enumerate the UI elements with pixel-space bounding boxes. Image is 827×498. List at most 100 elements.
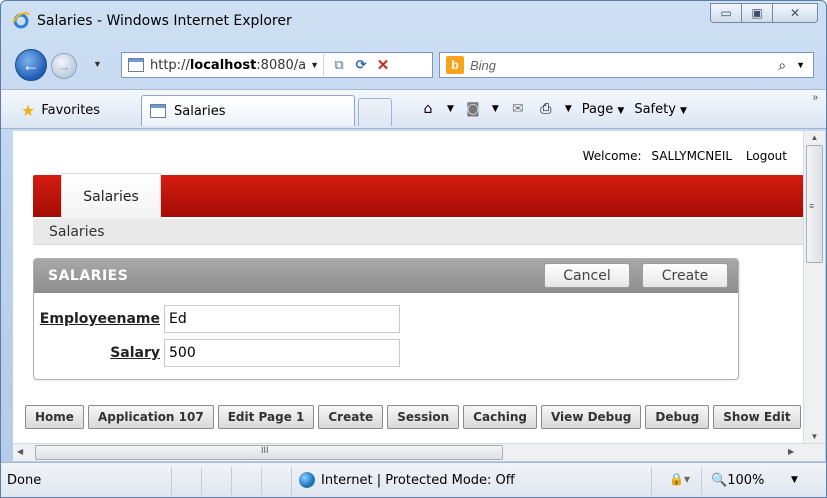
forward-arrow-icon: → [57,58,71,74]
stop-icon[interactable]: ✕ [372,54,394,76]
dev-session-button[interactable]: Session [387,405,460,429]
ie-logo-icon [12,12,30,29]
scroll-left-icon[interactable]: ◀ [17,447,23,456]
dev-show-edit-button[interactable]: Show Edit [713,405,801,429]
print-icon[interactable]: ⎙ [537,100,555,118]
employeename-field[interactable] [164,305,400,333]
search-options-dropdown[interactable]: ▼ [796,60,805,70]
page-menu-dropdown-icon: ▼ [617,105,625,116]
search-icon[interactable]: ⌕ [778,57,786,74]
favorites-label: Favorites [41,103,101,118]
url-prefix: http:// [150,57,190,73]
dev-caching-button[interactable]: Caching [463,405,537,429]
safety-menu-label: Safety [634,101,676,117]
close-icon: ✕ [789,6,801,20]
developer-toolbar: Home Application 107 Edit Page 1 Create … [25,405,801,431]
username: SALLYMCNEIL [651,149,733,163]
minimize-button[interactable]: ▭ [710,3,742,23]
salaries-region: SALARIES Cancel Create Employeename Sala… [33,258,739,380]
page-menu[interactable]: Page ▼ [582,102,625,117]
horizontal-scrollbar[interactable]: ◀ III ▶ [13,443,825,461]
address-dropdown[interactable]: ▼ [310,60,319,70]
employeename-row: Employeename [34,305,400,333]
maximize-button[interactable]: ▣ [741,3,773,23]
tab-page-icon [150,104,166,118]
back-arrow-icon: ← [22,54,40,75]
salary-label: Salary [110,345,160,361]
page-menu-label: Page [581,101,614,117]
page-icon [128,58,144,72]
minimize-icon: ▭ [720,6,732,20]
mail-icon[interactable]: ✉ [509,100,527,118]
dev-create-button[interactable]: Create [318,405,384,429]
employeename-label: Employeename [39,311,160,327]
salary-field[interactable] [164,339,400,367]
tab-salaries[interactable]: Salaries [61,173,161,219]
scroll-grip-icon: ≡ [809,201,815,211]
breadcrumb: Salaries [33,219,803,245]
browser-window: Salaries - Windows Internet Explorer ▭ ▣… [0,0,827,498]
region-body: Employeename Salary [34,293,738,379]
url-rest: :8080/a [256,57,307,73]
home-icon[interactable]: ⌂ [419,100,437,118]
scroll-right-icon[interactable]: ▶ [788,447,794,456]
cancel-button[interactable]: Cancel [544,263,630,288]
create-button[interactable]: Create [642,263,728,288]
tab-title: Salaries [174,103,226,119]
dev-debug-button[interactable]: Debug [645,405,710,429]
logout-link[interactable]: Logout [746,149,787,163]
region-title: SALARIES [48,268,129,284]
bing-logo-icon: b [446,56,464,74]
window-title: Salaries - Windows Internet Explorer [37,13,292,29]
recent-pages-dropdown[interactable]: ▼ [93,59,102,69]
page-viewport: Welcome: SALLYMCNEIL Logout Salaries Sal… [13,131,803,443]
dev-view-debug-button[interactable]: View Debug [540,405,642,429]
close-window-button[interactable]: ✕ [772,3,818,23]
scroll-down-icon[interactable]: ▼ [804,432,825,441]
salary-row: Salary [34,339,400,367]
lock-icon[interactable]: 🔒▾ [669,472,690,486]
hscroll-grip-icon: III [261,445,269,455]
compatibility-view-icon[interactable]: ⧉ [328,54,350,76]
safety-menu[interactable]: Safety ▼ [634,102,687,117]
security-zone[interactable]: Internet | Protected Mode: Off [321,473,515,488]
horizontal-scroll-thumb[interactable] [35,445,503,460]
home-dropdown[interactable]: ▼ [447,104,454,114]
title-bar: Salaries - Windows Internet Explorer ▭ ▣… [1,1,826,39]
status-bar: Done Internet | Protected Mode: Off 🔒▾ 🔍… [1,462,826,497]
search-placeholder[interactable]: Bing [470,58,778,73]
zoom-dropdown[interactable]: ▼ [791,475,798,485]
address-row: ← → ▼ http://localhost:8080/a ▼ ⧉ ⟳ ✕ b … [1,39,826,87]
zoom-icon: 🔍 [711,473,728,488]
browser-tab-salaries[interactable]: Salaries [141,95,355,126]
back-button[interactable]: ← [15,49,47,81]
dev-edit-page-button[interactable]: Edit Page 1 [217,405,315,429]
url-host: localhost [189,57,257,73]
feeds-dropdown[interactable]: ▼ [492,104,499,114]
safety-menu-dropdown-icon: ▼ [680,105,687,116]
welcome-label: Welcome: [582,149,642,163]
command-bar: ⌂ ▼ ◙ ▼ ✉ ⎙ ▼ Page ▼ Safety ▼ [419,100,687,118]
forward-button[interactable]: → [51,53,77,79]
maximize-icon: ▣ [751,6,763,20]
favorites-bar: ★ Favorites Salaries ⌂ ▼ ◙ ▼ ✉ ⎙ ▼ Page … [1,89,826,129]
region-header: SALARIES Cancel Create [34,259,738,293]
favorites-button[interactable]: ★ Favorites [21,101,100,120]
dev-application-button[interactable]: Application 107 [87,405,214,429]
feeds-icon[interactable]: ◙ [464,100,482,118]
star-icon: ★ [21,101,36,120]
vertical-scrollbar[interactable]: ▲ ≡ ▼ [803,131,825,443]
more-commands-chevron-icon[interactable]: » [812,92,818,103]
url-text[interactable]: http://localhost:8080/a [150,58,306,73]
zoom-level[interactable]: 🔍100% [711,473,764,488]
zoom-value: 100% [727,473,765,488]
address-bar[interactable]: http://localhost:8080/a ▼ ⧉ ⟳ ✕ [121,52,433,78]
new-tab-button[interactable] [358,98,392,126]
dev-home-button[interactable]: Home [25,405,84,429]
internet-zone-globe-icon [299,472,315,488]
refresh-icon[interactable]: ⟳ [350,54,372,76]
status-text: Done [7,473,42,488]
print-dropdown[interactable]: ▼ [565,104,572,114]
search-box[interactable]: b Bing ⌕ ▼ [439,52,814,78]
scroll-up-icon[interactable]: ▲ [804,133,825,142]
